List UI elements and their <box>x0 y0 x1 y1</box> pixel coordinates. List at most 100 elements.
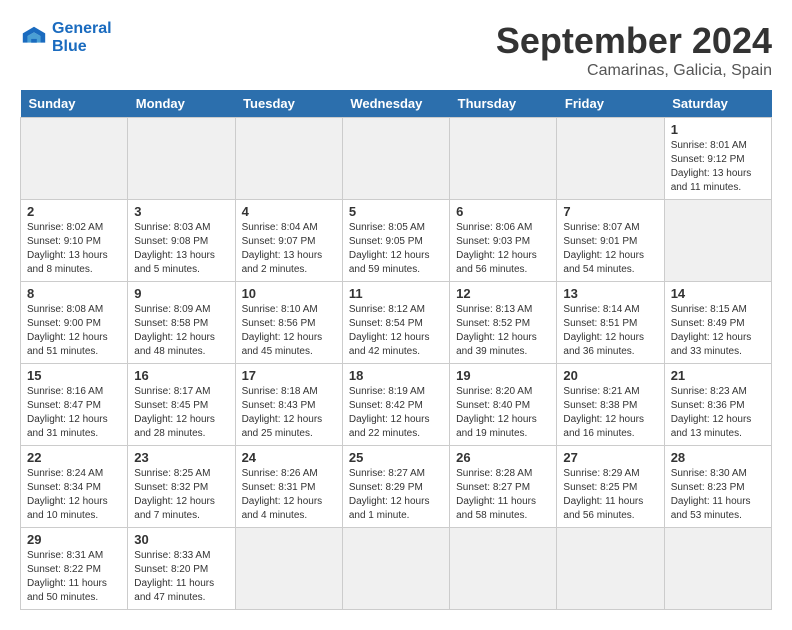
day-cell: 26 Sunrise: 8:28 AMSunset: 8:27 PMDayligh… <box>450 446 557 528</box>
day-cell <box>235 118 342 200</box>
week-row-5: 22 Sunrise: 8:24 AMSunset: 8:34 PMDayligh… <box>21 446 772 528</box>
day-header-sunday: Sunday <box>21 90 128 118</box>
day-cell: 18 Sunrise: 8:19 AMSunset: 8:42 PMDayligh… <box>342 364 449 446</box>
week-row-6: 29Sunrise: 8:31 AMSunset: 8:22 PMDayligh… <box>21 528 772 610</box>
day-cell: 20 Sunrise: 8:21 AMSunset: 8:38 PMDayligh… <box>557 364 664 446</box>
day-cell: 11Sunrise: 8:12 AMSunset: 8:54 PMDayligh… <box>342 282 449 364</box>
day-cell <box>342 528 449 610</box>
day-cell: 3 Sunrise: 8:03 AMSunset: 9:08 PMDaylight… <box>128 200 235 282</box>
day-cell: 23Sunrise: 8:25 AMSunset: 8:32 PMDayligh… <box>128 446 235 528</box>
day-header-saturday: Saturday <box>664 90 771 118</box>
day-cell: 14 Sunrise: 8:15 AMSunset: 8:49 PMDayligh… <box>664 282 771 364</box>
day-info: Sunrise: 8:27 AMSunset: 8:29 PMDaylight:… <box>349 467 443 523</box>
day-info: Sunrise: 8:20 AMSunset: 8:40 PMDaylight:… <box>456 385 550 441</box>
day-number: 5 <box>349 204 443 219</box>
day-number: 12 <box>456 286 550 301</box>
day-cell: 1Sunrise: 8:01 AMSunset: 9:12 PMDaylight… <box>664 118 771 200</box>
week-row-3: 8 Sunrise: 8:08 AMSunset: 9:00 PMDaylight… <box>21 282 772 364</box>
day-cell <box>557 118 664 200</box>
day-cell: 17 Sunrise: 8:18 AMSunset: 8:43 PMDayligh… <box>235 364 342 446</box>
day-cell: 16 Sunrise: 8:17 AMSunset: 8:45 PMDayligh… <box>128 364 235 446</box>
day-cell: 4 Sunrise: 8:04 AMSunset: 9:07 PMDaylight… <box>235 200 342 282</box>
day-info: Sunrise: 8:18 AMSunset: 8:43 PMDaylight:… <box>242 385 336 441</box>
day-cell: 5Sunrise: 8:05 AMSunset: 9:05 PMDaylight… <box>342 200 449 282</box>
day-info: Sunrise: 8:10 AMSunset: 8:56 PMDaylight:… <box>242 303 336 359</box>
month-title: September 2024 <box>496 20 772 62</box>
day-number: 8 <box>27 286 121 301</box>
day-info: Sunrise: 8:29 AMSunset: 8:25 PMDaylight:… <box>563 467 657 523</box>
day-cell <box>21 118 128 200</box>
day-number: 30 <box>134 532 228 547</box>
day-cell: 19 Sunrise: 8:20 AMSunset: 8:40 PMDayligh… <box>450 364 557 446</box>
day-cell: 29Sunrise: 8:31 AMSunset: 8:22 PMDayligh… <box>21 528 128 610</box>
day-info: Sunrise: 8:26 AMSunset: 8:31 PMDaylight:… <box>242 467 336 523</box>
day-number: 13 <box>563 286 657 301</box>
day-number: 14 <box>671 286 765 301</box>
day-number: 22 <box>27 450 121 465</box>
logo: General Blue <box>20 20 112 56</box>
location: Camarinas, Galicia, Spain <box>496 62 772 80</box>
day-info: Sunrise: 8:23 AMSunset: 8:36 PMDaylight:… <box>671 385 765 441</box>
day-cell <box>128 118 235 200</box>
day-number: 28 <box>671 450 765 465</box>
day-number: 4 <box>242 204 336 219</box>
week-row-1: 1Sunrise: 8:01 AMSunset: 9:12 PMDaylight… <box>21 118 772 200</box>
day-number: 2 <box>27 204 121 219</box>
day-info: Sunrise: 8:30 AMSunset: 8:23 PMDaylight:… <box>671 467 765 523</box>
day-info: Sunrise: 8:13 AMSunset: 8:52 PMDaylight:… <box>456 303 550 359</box>
day-header-wednesday: Wednesday <box>342 90 449 118</box>
day-number: 17 <box>242 368 336 383</box>
day-cell: 22 Sunrise: 8:24 AMSunset: 8:34 PMDayligh… <box>21 446 128 528</box>
day-info: Sunrise: 8:09 AMSunset: 8:58 PMDaylight:… <box>134 303 228 359</box>
day-number: 27 <box>563 450 657 465</box>
day-header-tuesday: Tuesday <box>235 90 342 118</box>
day-info: Sunrise: 8:24 AMSunset: 8:34 PMDaylight:… <box>27 467 121 523</box>
week-row-4: 15Sunrise: 8:16 AMSunset: 8:47 PMDayligh… <box>21 364 772 446</box>
day-number: 26 <box>456 450 550 465</box>
day-number: 7 <box>563 204 657 219</box>
day-cell: 24 Sunrise: 8:26 AMSunset: 8:31 PMDayligh… <box>235 446 342 528</box>
day-info: Sunrise: 8:17 AMSunset: 8:45 PMDaylight:… <box>134 385 228 441</box>
day-number: 18 <box>349 368 443 383</box>
day-cell: 21Sunrise: 8:23 AMSunset: 8:36 PMDayligh… <box>664 364 771 446</box>
day-number: 3 <box>134 204 228 219</box>
day-info: Sunrise: 8:04 AMSunset: 9:07 PMDaylight:… <box>242 221 336 277</box>
day-number: 24 <box>242 450 336 465</box>
day-info: Sunrise: 8:03 AMSunset: 9:08 PMDaylight:… <box>134 221 228 277</box>
day-cell: 25 Sunrise: 8:27 AMSunset: 8:29 PMDayligh… <box>342 446 449 528</box>
day-info: Sunrise: 8:25 AMSunset: 8:32 PMDaylight:… <box>134 467 228 523</box>
day-header-thursday: Thursday <box>450 90 557 118</box>
day-info: Sunrise: 8:07 AMSunset: 9:01 PMDaylight:… <box>563 221 657 277</box>
day-number: 10 <box>242 286 336 301</box>
day-number: 20 <box>563 368 657 383</box>
day-cell: 12 Sunrise: 8:13 AMSunset: 8:52 PMDayligh… <box>450 282 557 364</box>
page-header: General Blue September 2024 Camarinas, G… <box>20 20 772 80</box>
day-number: 6 <box>456 204 550 219</box>
day-number: 11 <box>349 286 443 301</box>
day-info: Sunrise: 8:16 AMSunset: 8:47 PMDaylight:… <box>27 385 121 441</box>
day-header-friday: Friday <box>557 90 664 118</box>
day-info: Sunrise: 8:14 AMSunset: 8:51 PMDaylight:… <box>563 303 657 359</box>
day-number: 25 <box>349 450 443 465</box>
day-number: 16 <box>134 368 228 383</box>
day-cell: 9Sunrise: 8:09 AMSunset: 8:58 PMDaylight… <box>128 282 235 364</box>
day-cell <box>557 528 664 610</box>
day-cell <box>342 118 449 200</box>
day-cell: 2 Sunrise: 8:02 AMSunset: 9:10 PMDaylight… <box>21 200 128 282</box>
day-info: Sunrise: 8:06 AMSunset: 9:03 PMDaylight:… <box>456 221 550 277</box>
day-cell: 30Sunrise: 8:33 AMSunset: 8:20 PMDayligh… <box>128 528 235 610</box>
day-info: Sunrise: 8:01 AMSunset: 9:12 PMDaylight:… <box>671 139 765 195</box>
day-info: Sunrise: 8:19 AMSunset: 8:42 PMDaylight:… <box>349 385 443 441</box>
day-info: Sunrise: 8:28 AMSunset: 8:27 PMDaylight:… <box>456 467 550 523</box>
day-info: Sunrise: 8:02 AMSunset: 9:10 PMDaylight:… <box>27 221 121 277</box>
logo-text: General Blue <box>52 20 112 56</box>
day-cell: 28 Sunrise: 8:30 AMSunset: 8:23 PMDayligh… <box>664 446 771 528</box>
day-cell <box>450 528 557 610</box>
logo-icon <box>20 24 48 52</box>
day-info: Sunrise: 8:21 AMSunset: 8:38 PMDaylight:… <box>563 385 657 441</box>
day-cell <box>664 528 771 610</box>
day-info: Sunrise: 8:08 AMSunset: 9:00 PMDaylight:… <box>27 303 121 359</box>
day-cell: 8 Sunrise: 8:08 AMSunset: 9:00 PMDaylight… <box>21 282 128 364</box>
day-number: 19 <box>456 368 550 383</box>
day-info: Sunrise: 8:15 AMSunset: 8:49 PMDaylight:… <box>671 303 765 359</box>
